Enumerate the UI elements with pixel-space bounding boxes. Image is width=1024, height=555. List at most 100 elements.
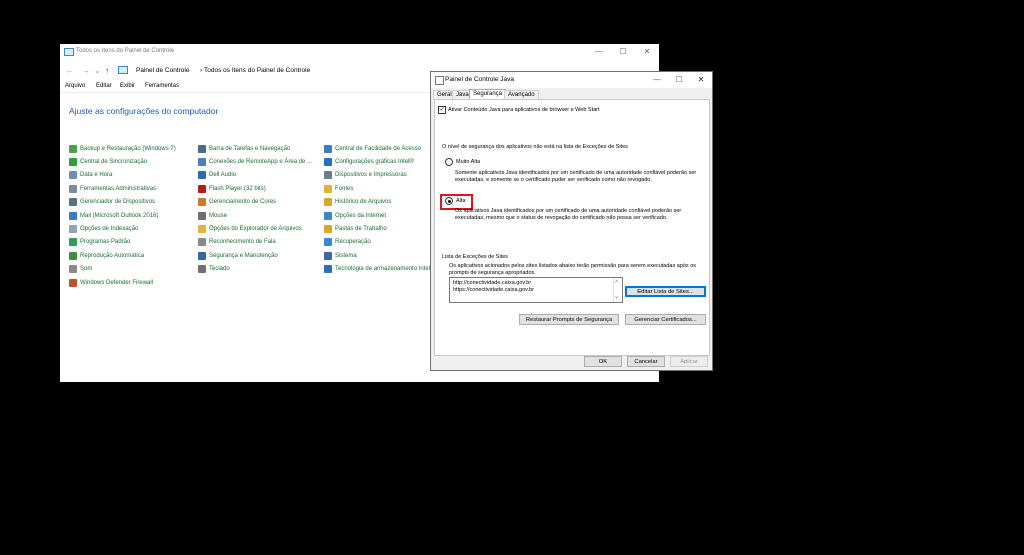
control-panel-item-label: Fontes bbox=[335, 185, 354, 192]
minimize-button[interactable]: — bbox=[587, 44, 611, 59]
control-panel-item[interactable]: Fontes bbox=[324, 182, 434, 195]
control-panel-item-label: Configurações gráficas Intel® bbox=[335, 159, 414, 166]
menu-ferramentas[interactable]: Ferramentas bbox=[145, 83, 179, 89]
control-panel-item-label: Opções da Internet bbox=[335, 212, 387, 219]
control-panel-item-label: Reprodução Automática bbox=[80, 252, 145, 259]
high-label: Alta bbox=[456, 197, 466, 204]
control-panel-item-label: Programas Padrão bbox=[80, 239, 131, 246]
ease-of-access-icon bbox=[324, 144, 332, 153]
control-panel-item-label: Mail (Microsoft Outlook 2016) bbox=[80, 212, 159, 219]
maximize-button[interactable]: ☐ bbox=[611, 44, 635, 59]
menu-exibir[interactable]: Exibir bbox=[120, 83, 135, 89]
keyboard-icon bbox=[198, 265, 206, 274]
control-panel-titlebar: Todos os Itens do Painel de Controle — ☐… bbox=[60, 44, 659, 59]
control-panel-item-label: Tecnologia de armazenamento Intel® bbox=[335, 266, 435, 273]
control-panel-item[interactable]: Ferramentas Administrativas bbox=[69, 182, 176, 195]
control-panel-item[interactable]: Sistema bbox=[324, 249, 434, 262]
control-panel-item[interactable]: Flash Player (32 bits) bbox=[198, 182, 312, 195]
control-panel-item[interactable]: Central de Facilidade de Acesso bbox=[324, 142, 434, 155]
menu-editar[interactable]: Editar bbox=[96, 83, 112, 89]
control-panel-item-label: Segurança e Manutenção bbox=[209, 252, 278, 259]
control-panel-item[interactable]: Barra de Tarefas e Navegação bbox=[198, 142, 312, 155]
menu-arquivo[interactable]: Arquivo bbox=[65, 83, 85, 89]
sound-icon bbox=[69, 265, 77, 274]
firewall-icon bbox=[69, 278, 77, 287]
control-panel-item[interactable]: Gerenciamento de Cores bbox=[198, 196, 312, 209]
recent-locations-chevron-icon[interactable]: ⌄ bbox=[94, 66, 101, 75]
exception-list-description: Os aplicativos acionados pelos sites lis… bbox=[449, 263, 697, 276]
up-arrow-icon[interactable]: ↑ bbox=[105, 66, 109, 75]
control-panel-item[interactable]: Recuperação bbox=[324, 236, 434, 249]
cancel-button[interactable]: Cancelar bbox=[627, 356, 665, 367]
control-panel-item[interactable]: Histórico de Arquivos bbox=[324, 196, 434, 209]
control-panel-item[interactable]: Reconhecimento de Fala bbox=[198, 236, 312, 249]
control-panel-item[interactable]: Tecnologia de armazenamento Intel® bbox=[324, 263, 434, 276]
back-arrow-icon[interactable]: ← bbox=[66, 66, 74, 75]
device-manager-icon bbox=[69, 198, 77, 207]
control-panel-item-label: Histórico de Arquivos bbox=[335, 199, 392, 206]
control-panel-item-label: Flash Player (32 bits) bbox=[209, 185, 266, 192]
java-control-panel-dialog: Painel de Controle Java — ☐ ✕ Geral Java… bbox=[430, 71, 713, 371]
high-description: Os aplicativos Java identificados por um… bbox=[455, 208, 682, 221]
breadcrumb-item-all-items[interactable]: Todos os Itens do Painel de Controle bbox=[204, 67, 310, 74]
enable-java-checkbox[interactable]: ✓ bbox=[438, 106, 446, 114]
control-panel-item[interactable]: Som bbox=[69, 263, 176, 276]
mail-icon bbox=[69, 211, 77, 220]
ok-button[interactable]: OK bbox=[584, 356, 622, 367]
control-panel-item[interactable]: Opções do Explorador de Arquivos bbox=[198, 222, 312, 235]
exception-site-item[interactable]: http://conectividade.caixa.gov.br bbox=[453, 280, 531, 286]
control-panel-item-label: Reconhecimento de Fala bbox=[209, 239, 276, 246]
control-panel-item-label: Pastas de Trabalho bbox=[335, 226, 387, 233]
control-panel-small-icon bbox=[118, 66, 128, 74]
control-panel-item[interactable]: Opções de Indexação bbox=[69, 222, 176, 235]
control-panel-item-label: Ferramentas Administrativas bbox=[80, 185, 157, 192]
list-scrollbar[interactable]: ˄ ˅ bbox=[613, 278, 622, 302]
control-panel-item[interactable]: Backup e Restauração (Windows 7) bbox=[69, 142, 176, 155]
java-minimize-button[interactable]: — bbox=[646, 72, 668, 87]
breadcrumb-item-control-panel[interactable]: Painel de Controle bbox=[136, 67, 189, 74]
work-folders-icon bbox=[324, 225, 332, 234]
control-panel-item[interactable]: Segurança e Manutenção bbox=[198, 249, 312, 262]
java-close-button[interactable]: ✕ bbox=[690, 72, 712, 87]
scroll-up-icon[interactable]: ˄ bbox=[615, 279, 618, 285]
internet-options-icon bbox=[324, 211, 332, 220]
control-panel-item-label: Gerenciamento de Cores bbox=[209, 199, 277, 206]
control-panel-item[interactable]: Mouse bbox=[198, 209, 312, 222]
control-panel-column-3: Central de Facilidade de Acesso Configura… bbox=[324, 142, 434, 276]
apply-button[interactable]: Aplicar bbox=[670, 356, 708, 367]
control-panel-item[interactable]: Gerenciador de Dispositivos bbox=[69, 196, 176, 209]
control-panel-item[interactable]: Dispositivos e Impressoras bbox=[324, 169, 434, 182]
control-panel-item[interactable]: Configurações gráficas Intel® bbox=[324, 155, 434, 168]
control-panel-item[interactable]: Programas Padrão bbox=[69, 236, 176, 249]
close-button[interactable]: ✕ bbox=[635, 44, 659, 59]
system-icon bbox=[324, 251, 332, 260]
scroll-down-icon[interactable]: ˅ bbox=[615, 295, 618, 301]
control-panel-item[interactable]: Central de Sincronização bbox=[69, 155, 176, 168]
manage-certificates-button[interactable]: Gerenciar Certificados... bbox=[625, 314, 706, 325]
fonts-icon bbox=[324, 184, 332, 193]
java-icon bbox=[435, 76, 444, 85]
java-maximize-button[interactable]: ☐ bbox=[668, 72, 690, 87]
control-panel-item[interactable]: Windows Defender Firewall bbox=[69, 276, 176, 289]
edit-site-list-button[interactable]: Editar Lista de Sites... bbox=[625, 286, 706, 297]
restore-security-prompts-button[interactable]: Restaurar Prompts de Segurança bbox=[519, 314, 619, 325]
control-panel-item[interactable]: Data e Hora bbox=[69, 169, 176, 182]
control-panel-item[interactable]: Pastas de Trabalho bbox=[324, 222, 434, 235]
indexing-icon bbox=[69, 225, 77, 234]
exception-site-item[interactable]: https://conectividade.caixa.gov.br bbox=[453, 287, 534, 293]
high-radio[interactable] bbox=[445, 197, 453, 205]
control-panel-item[interactable]: Reprodução Automática bbox=[69, 249, 176, 262]
control-panel-item[interactable]: Mail (Microsoft Outlook 2016) bbox=[69, 209, 176, 222]
control-panel-item[interactable]: Opções da Internet bbox=[324, 209, 434, 222]
exception-sites-list[interactable]: http://conectividade.caixa.gov.br https:… bbox=[449, 277, 623, 303]
security-flag-icon bbox=[198, 251, 206, 260]
control-panel-item[interactable]: Conexões de RemoteApp e Área de ... bbox=[198, 155, 312, 168]
very-high-label: Muito Alta bbox=[456, 158, 481, 165]
very-high-radio[interactable] bbox=[445, 158, 453, 166]
flash-icon bbox=[198, 184, 206, 193]
control-panel-item[interactable]: Dell Audio bbox=[198, 169, 312, 182]
forward-arrow-icon[interactable]: → bbox=[82, 66, 90, 75]
control-panel-item-label: Backup e Restauração (Windows 7) bbox=[80, 145, 176, 152]
control-panel-item-label: Recuperação bbox=[335, 239, 371, 246]
control-panel-item[interactable]: Teclado bbox=[198, 263, 312, 276]
